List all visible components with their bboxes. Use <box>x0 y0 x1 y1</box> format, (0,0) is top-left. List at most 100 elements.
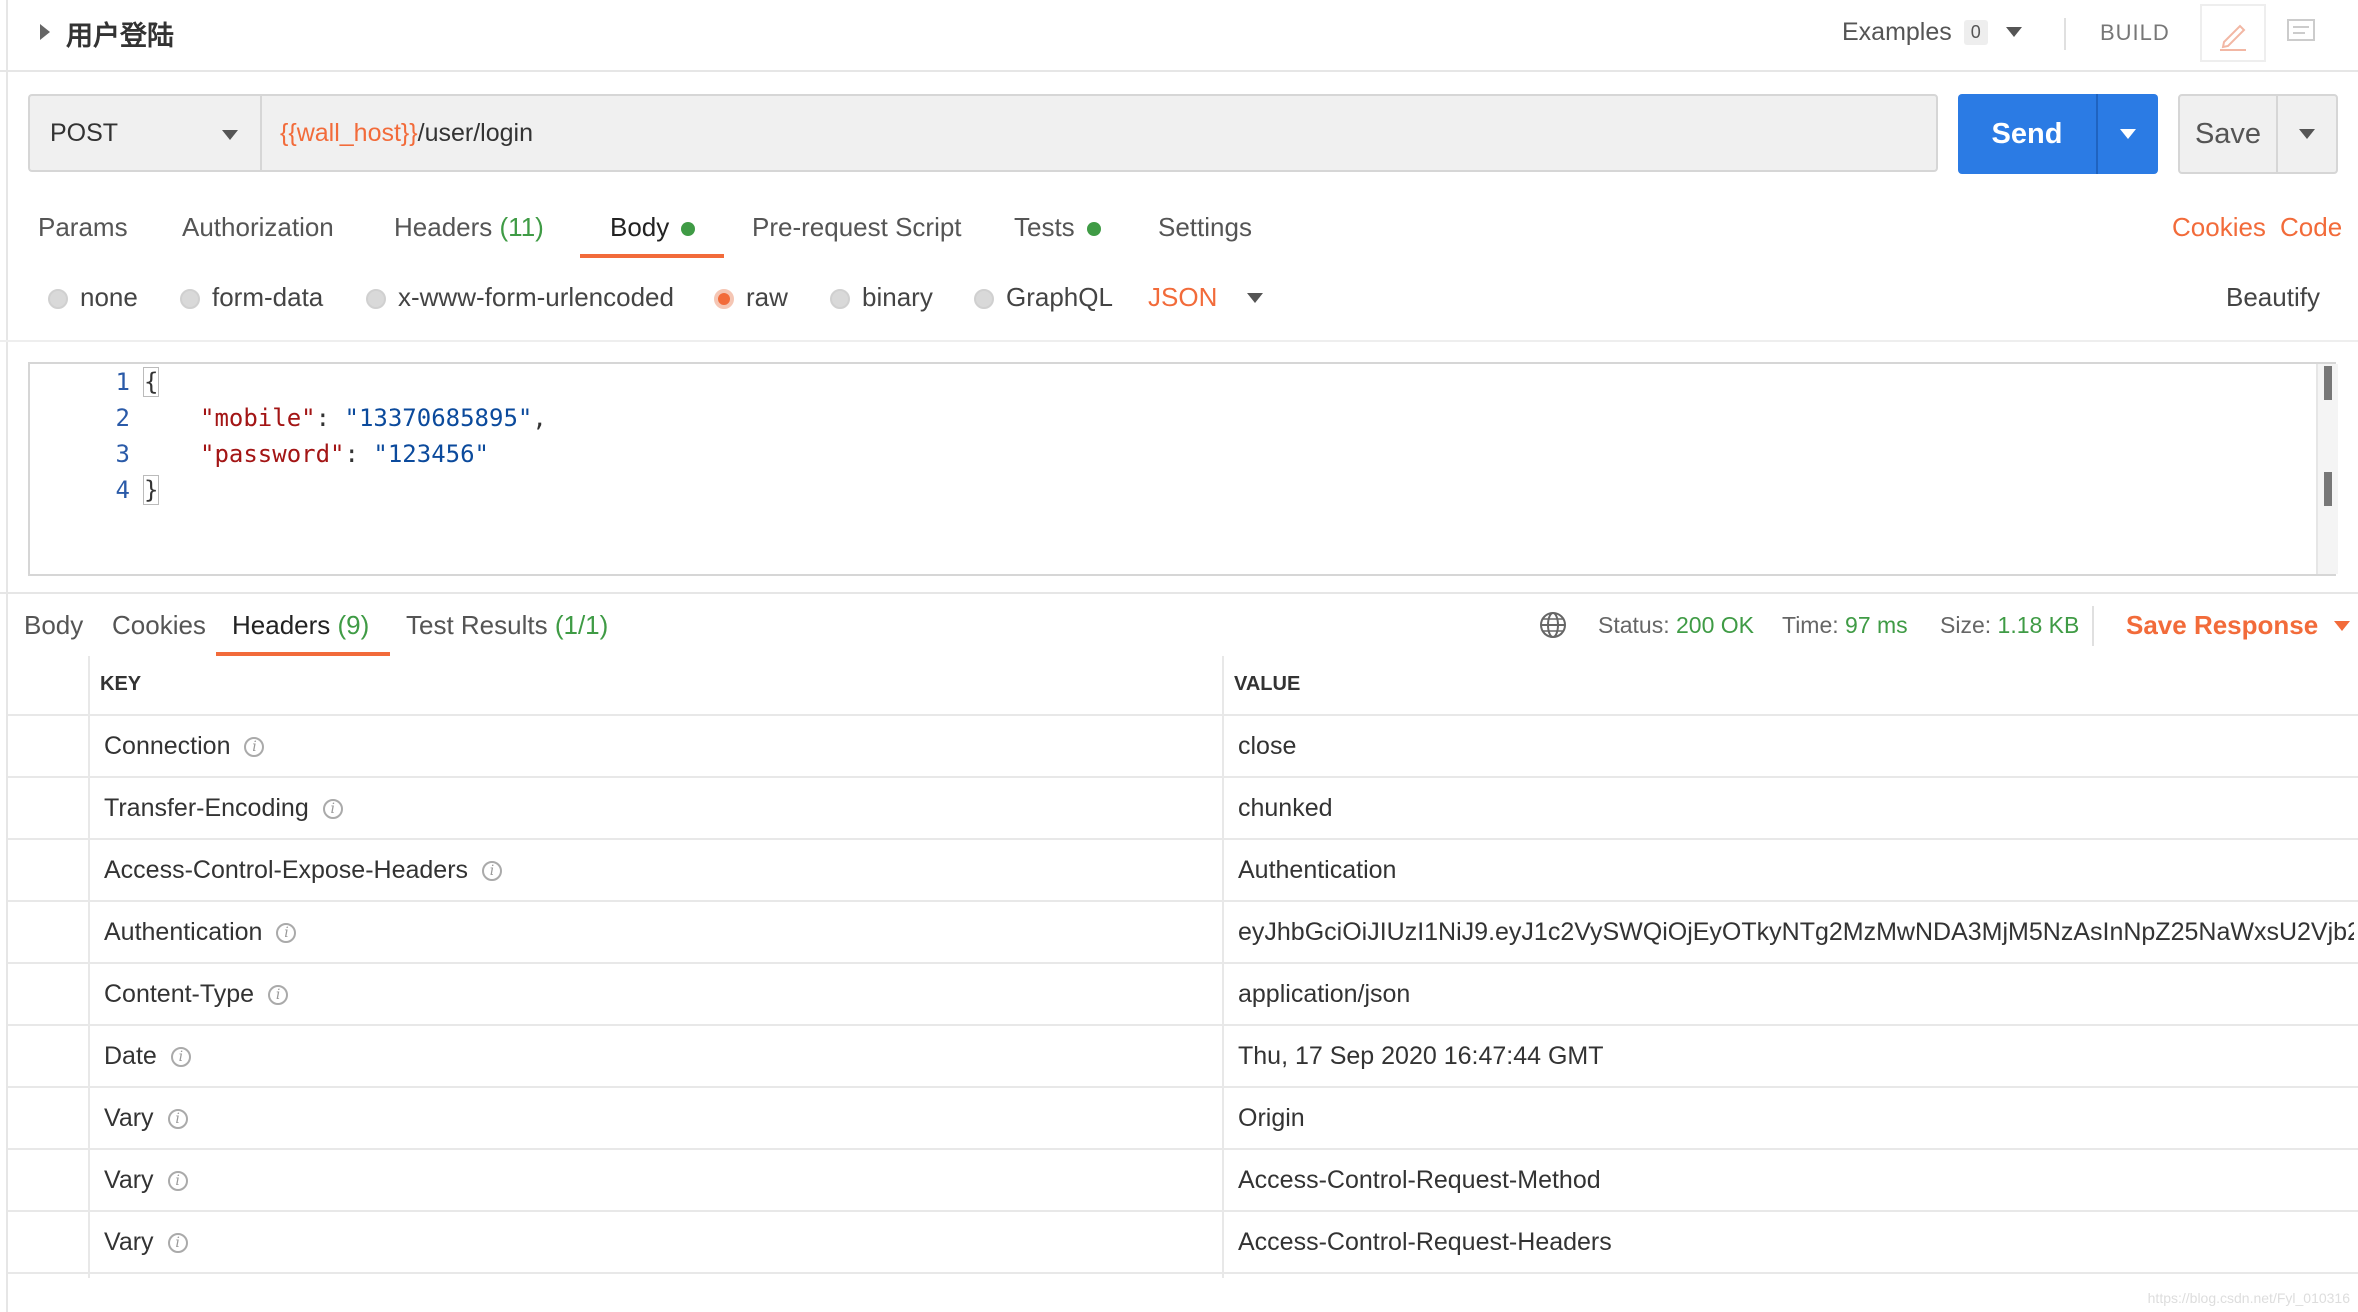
send-options-button[interactable] <box>2098 94 2158 174</box>
response-tab-headers-label: Headers <box>232 610 331 640</box>
table-row: Transfer-Encoding i chunked <box>8 778 2358 840</box>
body-format-dropdown[interactable]: JSON <box>1148 282 1264 313</box>
status-label: Status: <box>1598 612 1670 638</box>
code-line-password: "password": "123456" <box>200 440 489 468</box>
info-icon[interactable]: i <box>482 861 503 882</box>
radio-binary[interactable]: binary <box>830 282 933 313</box>
info-icon[interactable]: i <box>244 737 265 758</box>
size-value: 1.18 KB <box>1997 612 2080 638</box>
header-value: Thu, 17 Sep 2020 16:47:44 GMT <box>1238 1042 1604 1070</box>
code-link[interactable]: Code <box>2280 212 2342 243</box>
code-close-brace: } <box>142 475 160 505</box>
radio-x-www-form-urlencoded[interactable]: x-www-form-urlencoded <box>366 282 674 313</box>
response-tab-test-results[interactable]: Test Results (1/1) <box>406 610 608 641</box>
radio-form-data[interactable]: form-data <box>180 282 323 313</box>
size-label: Size: <box>1940 612 1992 638</box>
code-line-mobile: "mobile": "13370685895", <box>200 404 547 432</box>
info-icon[interactable]: i <box>167 1109 188 1130</box>
header-key: Date <box>104 1042 157 1070</box>
code-open-brace: { <box>142 367 160 397</box>
method-value: POST <box>50 118 119 147</box>
header-key: Access-Control-Expose-Headers <box>104 856 469 884</box>
key-column-header: KEY <box>100 673 142 695</box>
header-value: Origin <box>1238 1104 1305 1132</box>
examples-count-badge: 0 <box>1963 19 1988 45</box>
radio-graphql[interactable]: GraphQL <box>974 282 1113 313</box>
line-number: 3 <box>115 440 130 468</box>
response-divider-vertical <box>2092 606 2094 646</box>
status-value: 200 OK <box>1676 612 1754 638</box>
build-mode-label[interactable]: BUILD <box>2100 20 2170 46</box>
table-row: Connection i close <box>8 716 2358 778</box>
radio-urlencoded-label: x-www-form-urlencoded <box>398 282 674 312</box>
save-options-button[interactable] <box>2278 96 2336 172</box>
info-icon[interactable]: i <box>322 799 343 820</box>
radio-binary-label: binary <box>862 282 933 312</box>
examples-dropdown[interactable]: Examples 0 <box>1842 14 2022 50</box>
json-value: "13370685895" <box>344 404 533 432</box>
send-button[interactable]: Send <box>1958 94 2096 174</box>
tab-params[interactable]: Params <box>38 212 128 243</box>
scrollbar-thumb-top[interactable] <box>2324 366 2332 400</box>
collapse-caret-icon[interactable] <box>40 24 50 40</box>
beautify-link[interactable]: Beautify <box>2226 282 2320 313</box>
tab-settings[interactable]: Settings <box>1158 212 1252 243</box>
globe-icon[interactable] <box>1538 610 1568 645</box>
response-time: Time: 97 ms <box>1782 612 1908 639</box>
time-value: 97 ms <box>1845 612 1908 638</box>
radio-graphql-label: GraphQL <box>1006 282 1113 312</box>
header-key: Vary <box>104 1104 154 1132</box>
pencil-icon <box>2220 24 2246 51</box>
info-icon[interactable]: i <box>167 1171 188 1192</box>
editor-scrollbar[interactable] <box>2316 364 2338 574</box>
tab-tests-label: Tests <box>1014 212 1075 242</box>
radio-urlencoded-circle <box>366 289 386 310</box>
tab-pre-request-script[interactable]: Pre-request Script <box>752 212 962 243</box>
header-value: close <box>1238 732 1297 760</box>
cookies-link[interactable]: Cookies <box>2172 212 2266 243</box>
table-row: Authentication i eyJhbGciOiJIUzI1NiJ9.eyJ1… <box>8 902 2358 964</box>
body-format-value: JSON <box>1148 282 1218 312</box>
save-button-group: Save <box>2178 94 2338 174</box>
comments-button[interactable] <box>2270 4 2336 62</box>
save-button[interactable]: Save <box>2180 96 2276 172</box>
table-row: Date i Thu, 17 Sep 2020 16:47:44 GMT <box>8 1026 2358 1088</box>
edit-button[interactable] <box>2200 4 2266 62</box>
radio-none[interactable]: none <box>48 282 138 313</box>
tab-authorization[interactable]: Authorization <box>182 212 334 243</box>
tab-tests[interactable]: Tests <box>1014 212 1101 243</box>
save-response-button[interactable]: Save Response <box>2126 610 2351 641</box>
radio-raw[interactable]: raw <box>714 282 788 313</box>
tab-headers[interactable]: Headers (11) <box>394 212 544 243</box>
response-tab-test-results-count: (1/1) <box>554 610 609 640</box>
table-row: Vary i Access-Control-Request-Method <box>8 1150 2358 1212</box>
json-value: "123456" <box>373 440 489 468</box>
tab-body[interactable]: Body <box>610 212 696 243</box>
header-key: Vary <box>104 1228 154 1256</box>
examples-label: Examples <box>1842 17 1952 46</box>
header-key: Content-Type <box>104 980 255 1008</box>
response-tab-cookies[interactable]: Cookies <box>112 610 206 641</box>
info-icon[interactable]: i <box>170 1047 191 1068</box>
info-icon[interactable]: i <box>268 985 289 1006</box>
radio-form-data-circle <box>180 289 200 310</box>
code-editor[interactable]: 1 2 3 4 { "mobile": "13370685895", "pass… <box>28 362 2338 576</box>
tab-headers-count: (11) <box>499 212 544 242</box>
url-input[interactable]: {{wall_host}}/user/login <box>260 94 1938 172</box>
response-tab-body[interactable]: Body <box>24 610 83 641</box>
response-tab-headers[interactable]: Headers (9) <box>232 610 369 641</box>
scrollbar-thumb-bottom[interactable] <box>2324 472 2332 506</box>
save-caret-icon <box>2299 129 2315 139</box>
response-tab-test-results-label: Test Results <box>406 610 548 640</box>
tab-body-label: Body <box>610 212 670 242</box>
header-value: eyJhbGciOiJIUzI1NiJ9.eyJ1c2VySWQiOjEyOTk… <box>1238 918 2354 946</box>
method-select[interactable]: POST <box>28 94 260 172</box>
request-title[interactable]: 用户登陆 <box>66 14 174 53</box>
info-icon[interactable]: i <box>276 923 297 944</box>
info-icon[interactable]: i <box>167 1233 188 1254</box>
line-number: 1 <box>115 368 130 396</box>
header-key: Transfer-Encoding <box>104 794 309 822</box>
line-number: 4 <box>115 476 130 504</box>
request-header-bar: 用户登陆 Examples 0 BUILD <box>0 0 2358 72</box>
radio-raw-label: raw <box>746 282 788 312</box>
